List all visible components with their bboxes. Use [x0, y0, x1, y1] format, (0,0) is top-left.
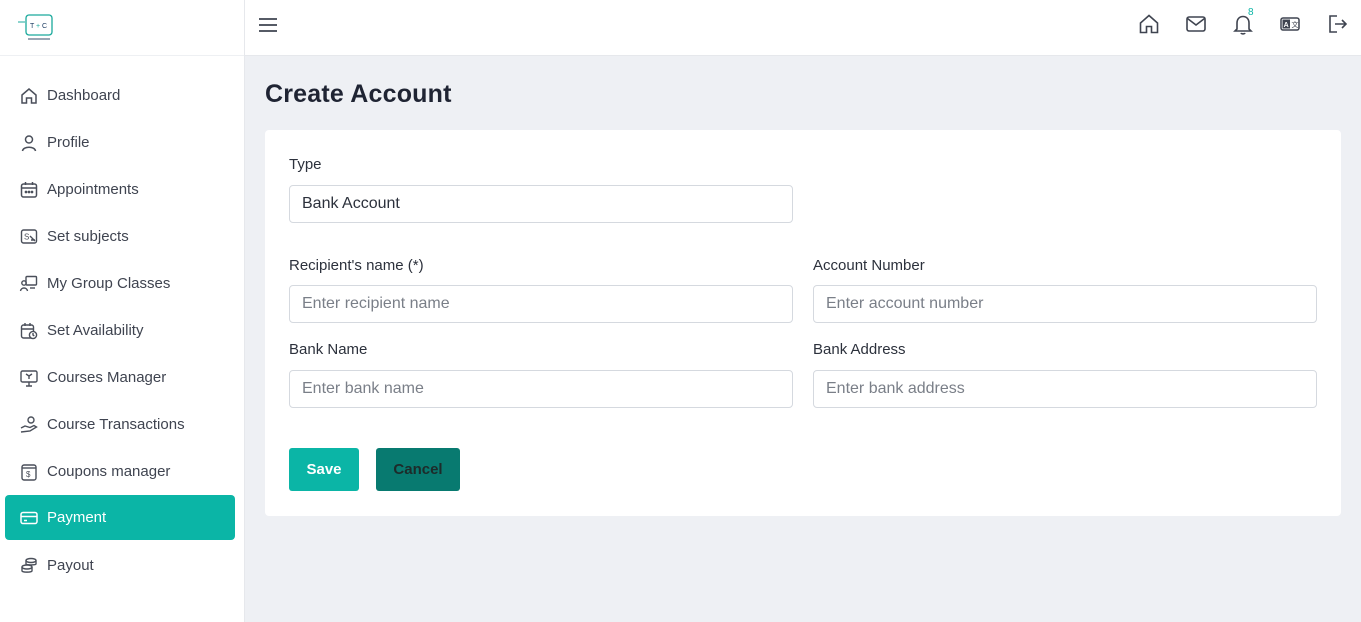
menu-icon[interactable] [257, 14, 279, 36]
create-account-form: Type Recipient's name (*) Account Number… [265, 130, 1341, 516]
sidebar-item-label: Coupons manager [47, 463, 171, 480]
sidebar-item-coupons-manager[interactable]: $ Coupons manager [5, 449, 235, 494]
sidebar-item-label: Set Availability [47, 322, 144, 339]
svg-text:文: 文 [1292, 20, 1299, 29]
svg-text:T: T [30, 23, 35, 30]
hand-coin-icon [19, 415, 39, 435]
svg-text:$: $ [26, 470, 31, 479]
sidebar-item-set-availability[interactable]: Set Availability [5, 308, 235, 353]
account-number-label: Account Number [813, 257, 925, 274]
type-label: Type [289, 156, 322, 173]
sidebar-item-payment[interactable]: Payment [5, 495, 235, 540]
bank-name-field[interactable] [289, 370, 793, 408]
sidebar-item-label: Dashboard [47, 87, 121, 104]
sidebar-item-courses-manager[interactable]: Courses Manager [5, 355, 235, 400]
logout-icon[interactable] [1325, 12, 1349, 36]
sidebar-item-label: My Group Classes [47, 275, 171, 292]
coupon-icon: $ [19, 462, 39, 482]
sidebar-item-profile[interactable]: Profile [5, 120, 235, 165]
sidebar-item-dashboard[interactable]: Dashboard [5, 73, 235, 118]
sidebar-item-label: Payout [47, 557, 94, 574]
subjects-icon: S [19, 227, 39, 247]
bank-address-label: Bank Address [813, 341, 906, 358]
recipient-name-label: Recipient's name (*) [289, 257, 424, 274]
sidebar-item-label: Course Transactions [47, 416, 185, 433]
account-number-field[interactable] [813, 285, 1317, 323]
sidebar-item-set-subjects[interactable]: S Set subjects [5, 214, 235, 259]
home-icon [19, 86, 39, 106]
top-bar: 8 A文 [245, 0, 1361, 56]
cancel-button[interactable]: Cancel [376, 448, 460, 491]
svg-text:+: + [36, 23, 40, 30]
home-icon[interactable] [1137, 12, 1161, 36]
logo[interactable]: T + C [16, 12, 56, 44]
recipient-name-field[interactable] [289, 285, 793, 323]
card-icon [19, 508, 39, 528]
sidebar-item-label: Appointments [47, 181, 139, 198]
logo-area: T + C [0, 0, 244, 56]
sidebar-item-course-transactions[interactable]: Course Transactions [5, 402, 235, 447]
bank-address-field[interactable] [813, 370, 1317, 408]
page-title: Create Account [265, 80, 452, 108]
type-field[interactable] [289, 185, 793, 223]
sidebar-item-label: Payment [47, 509, 107, 526]
bank-name-label: Bank Name [289, 341, 368, 358]
user-icon [19, 133, 39, 153]
sidebar: T + C Dashboard Profile Appointments S S… [0, 0, 245, 622]
monitor-icon [19, 368, 39, 388]
svg-text:C: C [42, 23, 47, 30]
calendar-icon [19, 180, 39, 200]
sidebar-item-my-group-classes[interactable]: My Group Classes [5, 261, 235, 306]
svg-text:A: A [1284, 22, 1289, 29]
notification-badge: 8 [1248, 7, 1254, 18]
sidebar-item-label: Profile [47, 134, 90, 151]
sidebar-item-label: Set subjects [47, 228, 129, 245]
calendar-clock-icon [19, 321, 39, 341]
sidebar-item-label: Courses Manager [47, 369, 167, 386]
sidebar-item-appointments[interactable]: Appointments [5, 167, 235, 212]
svg-text:S: S [24, 232, 29, 241]
mail-icon[interactable] [1184, 12, 1208, 36]
coins-icon [19, 556, 39, 576]
save-button[interactable]: Save [289, 448, 359, 491]
group-class-icon [19, 274, 39, 294]
sidebar-item-payout[interactable]: Payout [5, 543, 235, 588]
language-icon[interactable]: A文 [1278, 12, 1302, 36]
